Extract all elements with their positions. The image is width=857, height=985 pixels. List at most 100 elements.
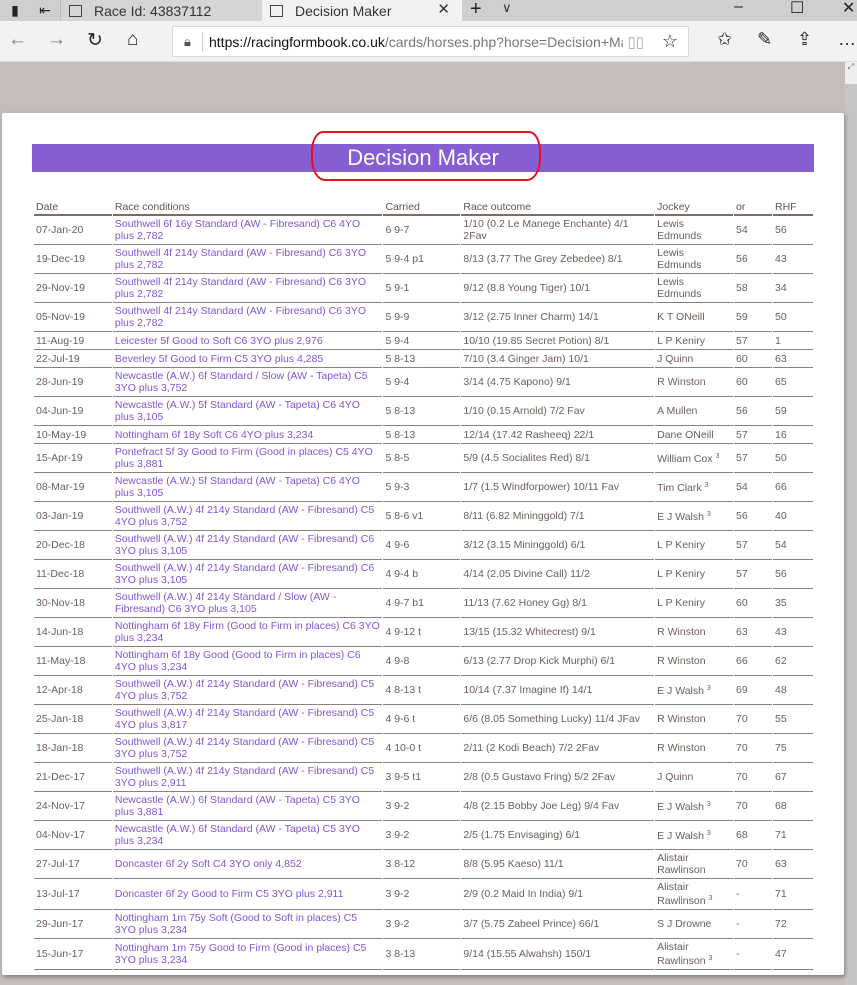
race-conditions-link-text[interactable]: Newcastle (A.W.) 5f Standard (AW - Tapet… <box>115 475 360 499</box>
race-conditions-link[interactable]: Nottingham 1m 75y Good to Firm (Good in … <box>112 939 383 970</box>
race-conditions-link-text[interactable]: Newcastle (A.W.) 6f Standard / Slow (AW … <box>115 370 368 394</box>
jockey-allowance: 3 <box>704 482 709 489</box>
race-conditions-link[interactable]: Southwell (A.W.) 4f 214y Standard (AW - … <box>112 531 383 560</box>
home-button[interactable]: ⌂ <box>127 29 138 51</box>
race-conditions-link[interactable]: Nottingham 1m 75y Soft (Good to Soft in … <box>112 910 383 939</box>
race-conditions-link-text[interactable]: Doncaster 6f 2y Soft C4 3YO only 4,852 <box>115 858 302 870</box>
race-conditions-link-text[interactable]: Southwell (A.W.) 4f 214y Standard (AW - … <box>115 765 374 789</box>
race-conditions-link-text[interactable]: Southwell 6f 16y Standard (AW - Fibresan… <box>115 218 360 242</box>
race-outcome-cell: 1/10 (0.15 Arnold) 7/2 Fav <box>461 397 655 426</box>
race-conditions-link[interactable]: Newcastle (A.W.) 5f Standard (AW - Tapet… <box>112 473 383 502</box>
lock-icon[interactable]: 🔒︎ <box>173 31 203 52</box>
tab-list-button[interactable]: ∨ <box>502 0 512 16</box>
or-cell-text: - <box>736 918 740 930</box>
date-cell-text: 27-Jul-17 <box>36 858 80 870</box>
race-conditions-link-text[interactable]: Newcastle (A.W.) 6f Standard (AW - Tapet… <box>115 794 360 818</box>
race-conditions-link-text[interactable]: Southwell 4f 214y Standard (AW - Fibresa… <box>115 276 366 300</box>
race-conditions-link[interactable]: Leicester 5f Good to Soft C6 3YO plus 2,… <box>112 332 383 350</box>
race-conditions-link[interactable]: Nottingham 6f 18y Good (Good to Firm in … <box>112 647 383 676</box>
url-text[interactable]: https://racingformbook.co.uk/cards/horse… <box>203 34 623 50</box>
tab-decision-maker[interactable]: Decision Maker ✕ <box>262 0 462 21</box>
favorites-hub-icon[interactable]: ✩ <box>717 29 732 50</box>
carried-cell-text: 4 9-6 <box>385 539 410 551</box>
tab-actions-icon[interactable]: ▮ <box>0 0 30 21</box>
address-bar[interactable]: 🔒︎ https://racingformbook.co.uk/cards/ho… <box>172 26 689 57</box>
race-conditions-link[interactable]: Southwell (A.W.) 4f 214y Standard (AW - … <box>112 734 383 763</box>
share-icon[interactable]: ⇪ <box>797 29 812 50</box>
race-conditions-link[interactable]: Newcastle (A.W.) 6f Standard / Slow (AW … <box>112 368 383 397</box>
race-conditions-link[interactable]: Nottingham 6f 18y Soft C6 4YO plus 3,234 <box>112 426 383 444</box>
race-conditions-link[interactable]: Newcastle (A.W.) 5f Standard (AW - Tapet… <box>112 397 383 426</box>
or-cell: 59 <box>734 303 772 332</box>
race-conditions-link-text[interactable]: Southwell (A.W.) 4f 214y Standard (AW - … <box>115 562 374 586</box>
race-conditions-link-text[interactable]: Southwell 4f 214y Standard (AW - Fibresa… <box>115 305 366 329</box>
race-conditions-link-text[interactable]: Nottingham 6f 18y Firm (Good to Firm in … <box>115 620 380 644</box>
race-conditions-link[interactable]: Newcastle (A.W.) 6f Standard (AW - Tapet… <box>112 821 383 850</box>
new-tab-button[interactable]: + <box>470 0 482 21</box>
race-conditions-link[interactable]: Southwell (A.W.) 4f 214y Standard (AW - … <box>112 560 383 589</box>
race-conditions-link-text[interactable]: Southwell (A.W.) 4f 214y Standard (AW - … <box>115 533 374 557</box>
race-conditions-link-text[interactable]: Leicester 5f Good to Soft C6 3YO plus 2,… <box>115 335 323 347</box>
back-button[interactable]: ← <box>8 29 27 51</box>
date-cell: 30-Nov-18 <box>34 589 112 618</box>
or-cell-text: - <box>736 888 740 900</box>
race-conditions-link[interactable]: Southwell 4f 214y Standard (AW - Fibresa… <box>112 303 383 332</box>
race-conditions-link-text[interactable]: Southwell (A.W.) 4f 214y Standard (AW - … <box>115 736 374 760</box>
refresh-button[interactable]: ↻ <box>87 29 103 52</box>
race-conditions-link[interactable]: Doncaster 6f 2y Good to Firm C5 3YO plus… <box>112 879 383 910</box>
tabs-aside-icon[interactable]: ⇤ <box>30 0 60 21</box>
close-window-button[interactable]: ✕ <box>842 0 855 18</box>
race-conditions-link-text[interactable]: Pontefract 5f 3y Good to Firm (Good in p… <box>115 446 373 470</box>
or-cell-text: 60 <box>736 597 748 609</box>
page-card: Decision Maker Date Race conditions Carr… <box>2 113 844 975</box>
race-conditions-link-text[interactable]: Beverley 5f Good to Firm C5 3YO plus 4,2… <box>115 353 323 365</box>
scroll-up-arrow[interactable]: ⤢ <box>845 62 857 84</box>
race-conditions-link[interactable]: Doncaster 6f 2y Soft C4 3YO only 4,852 <box>112 850 383 879</box>
maximize-button[interactable]: ☐ <box>790 0 804 18</box>
race-conditions-link[interactable]: Beverley 5f Good to Firm C5 3YO plus 4,2… <box>112 350 383 368</box>
reading-view-icon[interactable]: ▯▯ <box>627 33 644 51</box>
race-conditions-link-text[interactable]: Southwell (A.W.) 4f 214y Standard (AW - … <box>115 707 374 731</box>
race-conditions-link[interactable]: Southwell 4f 214y Standard (AW - Fibresa… <box>112 274 383 303</box>
race-conditions-link[interactable]: Southwell 4f 214y Standard (AW - Fibresa… <box>112 245 383 274</box>
or-cell-text: 57 <box>736 539 748 551</box>
race-conditions-link-text[interactable]: Nottingham 6f 18y Soft C6 4YO plus 3,234 <box>115 429 313 441</box>
race-conditions-link-text[interactable]: Southwell (A.W.) 4f 214y Standard (AW - … <box>115 678 374 702</box>
race-outcome-cell-text: 4/14 (2.05 Divine Call) 11/2 <box>463 568 590 580</box>
race-conditions-link-text[interactable]: Southwell (A.W.) 4f 214y Standard (AW - … <box>115 504 374 528</box>
race-conditions-link-text[interactable]: Newcastle (A.W.) 5f Standard (AW - Tapet… <box>115 399 360 423</box>
race-conditions-link-text[interactable]: Southwell (A.W.) 4f 214y Standard / Slow… <box>115 591 336 615</box>
race-conditions-link-text[interactable]: Nottingham 1m 75y Good to Firm (Good in … <box>115 942 367 966</box>
race-conditions-link[interactable]: Newcastle (A.W.) 6f Standard (AW - Tapet… <box>112 792 383 821</box>
or-cell: 57 <box>734 444 772 473</box>
date-cell-text: 04-Nov-17 <box>36 829 86 841</box>
favorite-star-icon[interactable]: ☆ <box>662 31 678 52</box>
carried-cell: 5 9-1 <box>383 274 461 303</box>
race-conditions-link-text[interactable]: Newcastle (A.W.) 6f Standard (AW - Tapet… <box>115 823 360 847</box>
jockey-cell: L P Keniry <box>655 589 734 618</box>
jockey-cell: E J Walsh 3 <box>655 676 734 705</box>
page-scrollbar[interactable]: ⤢ <box>845 62 857 985</box>
race-conditions-link[interactable]: Southwell (A.W.) 4f 214y Standard (AW - … <box>112 763 383 792</box>
minimize-button[interactable]: – <box>734 0 743 16</box>
carried-cell: 5 8-13 <box>383 397 461 426</box>
race-conditions-link-text[interactable]: Doncaster 6f 2y Good to Firm C5 3YO plus… <box>115 888 344 900</box>
race-conditions-link-text[interactable]: Nottingham 1m 75y Soft (Good to Soft in … <box>115 912 357 936</box>
race-conditions-link[interactable]: Southwell (A.W.) 4f 214y Standard (AW - … <box>112 502 383 531</box>
date-cell-text: 11-May-18 <box>36 655 86 667</box>
race-conditions-link[interactable]: Southwell (A.W.) 4f 214y Standard (AW - … <box>112 705 383 734</box>
more-icon[interactable]: … <box>838 29 856 50</box>
race-conditions-link[interactable]: Southwell 6f 16y Standard (AW - Fibresan… <box>112 216 383 245</box>
tab-race-id[interactable]: Race Id: 43837112 <box>60 0 262 21</box>
race-conditions-link[interactable]: Pontefract 5f 3y Good to Firm (Good in p… <box>112 444 383 473</box>
close-tab-icon[interactable]: ✕ <box>437 0 450 18</box>
web-notes-icon[interactable]: ✎ <box>757 29 772 50</box>
race-conditions-link-text[interactable]: Southwell 4f 214y Standard (AW - Fibresa… <box>115 247 366 271</box>
carried-cell-text: 3 9-5 t1 <box>385 771 422 783</box>
jockey-cell-text: L P Keniry <box>657 568 705 580</box>
race-conditions-link[interactable]: Southwell (A.W.) 4f 214y Standard (AW - … <box>112 676 383 705</box>
race-conditions-link[interactable]: Nottingham 6f 18y Firm (Good to Firm in … <box>112 618 383 647</box>
forward-button[interactable]: → <box>47 29 66 51</box>
race-conditions-link-text[interactable]: Nottingham 6f 18y Good (Good to Firm in … <box>115 649 361 673</box>
race-conditions-link[interactable]: Southwell (A.W.) 4f 214y Standard / Slow… <box>112 589 383 618</box>
